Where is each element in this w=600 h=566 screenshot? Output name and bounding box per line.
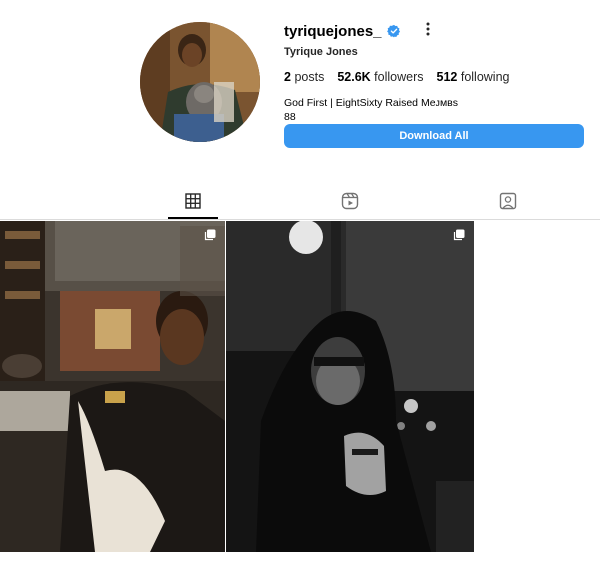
bio-line-1: God First | EightSixty Raised Meᴊᴍʙs [284, 97, 459, 109]
following-stat[interactable]: 512 following [437, 70, 510, 84]
tab-reels[interactable] [339, 190, 361, 212]
post-thumbnail-1[interactable] [0, 221, 225, 552]
profile-avatar[interactable] [140, 22, 260, 142]
post-photo-1 [0, 221, 225, 552]
tab-tagged[interactable] [497, 190, 519, 212]
reels-icon [341, 192, 359, 210]
username-row: tyriquejones_ [284, 20, 401, 42]
post-thumbnail-2[interactable] [226, 221, 474, 552]
following-count: 512 [436, 70, 458, 84]
username: tyriquejones_ [284, 22, 382, 40]
more-options-icon[interactable] [423, 21, 433, 37]
profile-stats: 2 posts 52.6K followers 512 following [284, 70, 522, 84]
download-all-button[interactable]: Download All [284, 124, 584, 148]
followers-label: followers [374, 70, 424, 84]
bio-line-2: 88 [284, 111, 296, 123]
verified-badge-icon [386, 24, 400, 38]
tabs-divider [0, 219, 600, 220]
full-name: Tyrique Jones [284, 46, 358, 58]
posts-label: posts [294, 70, 325, 84]
tagged-icon [499, 192, 517, 210]
grid-icon [185, 193, 201, 209]
post-photo-2 [226, 221, 474, 552]
followers-count: 52.6K [337, 70, 371, 84]
posts-count: 2 [284, 70, 291, 84]
followers-stat[interactable]: 52.6K followers [337, 70, 423, 84]
avatar-photo [140, 22, 260, 142]
multiple-posts-icon [453, 229, 465, 241]
posts-stat: 2 posts [284, 70, 324, 84]
tab-posts[interactable] [182, 190, 204, 212]
multiple-posts-icon [204, 229, 216, 241]
following-label: following [460, 70, 510, 84]
